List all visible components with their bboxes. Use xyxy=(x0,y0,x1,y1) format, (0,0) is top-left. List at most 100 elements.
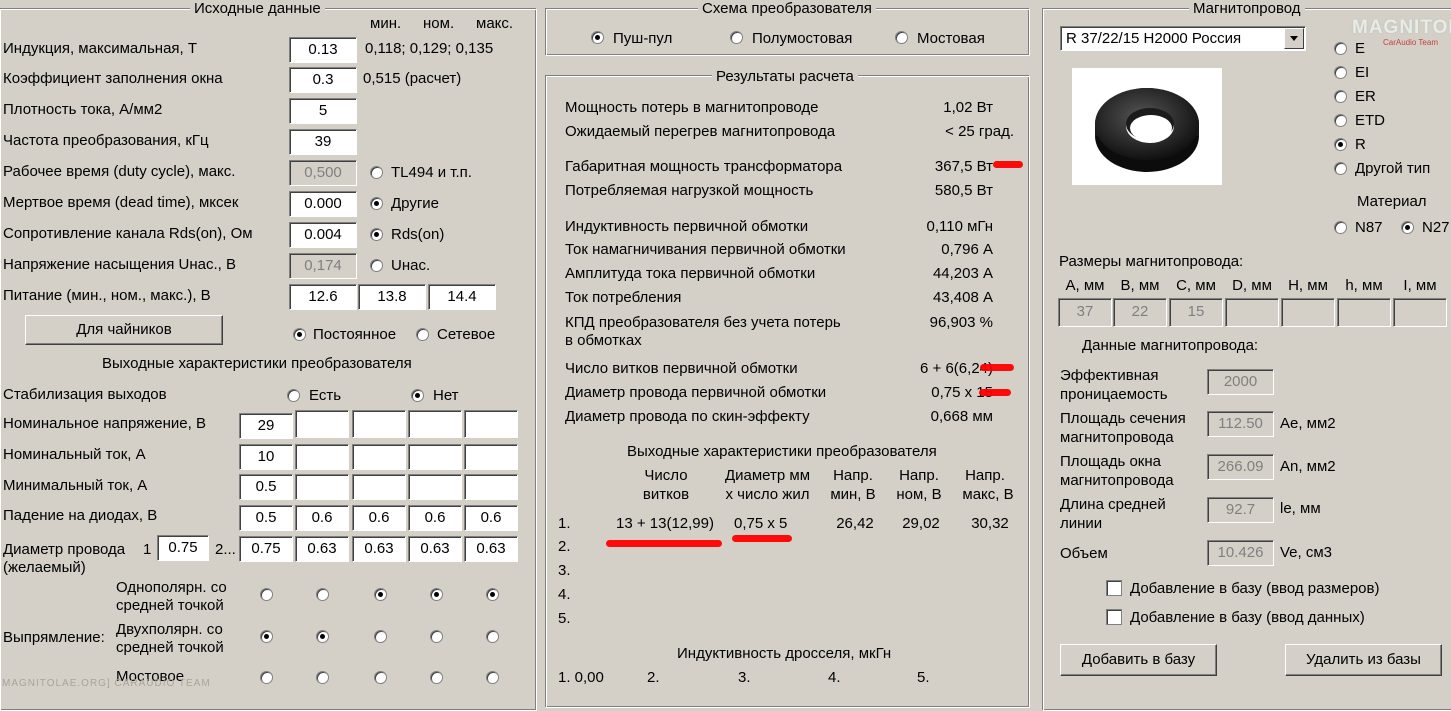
output-cell-current[interactable]: 10 xyxy=(239,444,293,470)
perm-label-2: проницаемость xyxy=(1060,386,1168,403)
rect-uni-radio[interactable] xyxy=(316,588,329,601)
rect-bridge-radio[interactable] xyxy=(430,671,443,684)
dim-header: h, мм xyxy=(1345,277,1383,294)
output-cell-current[interactable] xyxy=(464,444,518,470)
core-type-radio[interactable] xyxy=(1334,42,1347,55)
input-group-title: Исходные данные xyxy=(190,0,325,18)
rect-bridge-radio[interactable] xyxy=(486,671,499,684)
window-input: 266.09 xyxy=(1207,454,1274,480)
supply-min-input[interactable]: 12.6 xyxy=(289,284,357,310)
output-cell-wire[interactable]: 0.75 xyxy=(239,536,293,562)
output-cell-diode[interactable]: 0.5 xyxy=(239,505,293,531)
bridge-radio[interactable] xyxy=(895,31,908,44)
result-value: < 25 град. xyxy=(945,123,1014,140)
results-title: Результаты расчета xyxy=(712,68,858,86)
rect-bridge-radio[interactable] xyxy=(374,671,387,684)
induction-range: 0,118; 0,129; 0,135 xyxy=(365,40,494,57)
output-cell-diode[interactable]: 0.6 xyxy=(408,505,462,531)
rect-bridge-radio[interactable] xyxy=(260,671,273,684)
output-cell-min-current[interactable] xyxy=(408,474,462,500)
chevron-down-icon[interactable] xyxy=(1284,28,1304,49)
rect-bi-radio[interactable] xyxy=(316,630,329,643)
const-radio[interactable] xyxy=(293,328,306,341)
rect-bi-radio[interactable] xyxy=(260,630,273,643)
rect-bi-radio[interactable] xyxy=(486,630,499,643)
dim-input xyxy=(1393,298,1447,327)
core-type-label: ETD xyxy=(1355,112,1385,129)
dim-header: A, мм xyxy=(1065,277,1105,294)
induction-input[interactable]: 0.13 xyxy=(289,37,357,63)
half-bridge-radio[interactable] xyxy=(730,31,743,44)
output-cell-min-current[interactable] xyxy=(352,474,406,500)
output-cell-current[interactable] xyxy=(295,444,349,470)
core-type-radio[interactable] xyxy=(1334,90,1347,103)
output-cell-voltage[interactable] xyxy=(352,410,406,438)
rect-bi-radio[interactable] xyxy=(374,630,387,643)
output-cell-wire[interactable]: 0.63 xyxy=(352,536,406,562)
output-cell-current[interactable] xyxy=(408,444,462,470)
rect-uni-radio[interactable] xyxy=(430,588,443,601)
wire-one-label: 1 xyxy=(143,541,152,558)
hdr-turns-1: Число xyxy=(644,467,688,484)
stab-no-radio[interactable] xyxy=(411,389,424,402)
delete-from-db-button[interactable]: Удалить из базы xyxy=(1285,644,1442,676)
logo-subtext: CarAudio Team xyxy=(1383,38,1438,47)
output-cell-wire[interactable]: 0.63 xyxy=(295,536,349,562)
rect-bridge-radio[interactable] xyxy=(316,671,329,684)
fill-input[interactable]: 0.3 xyxy=(289,67,357,93)
rect-bi-radio[interactable] xyxy=(430,630,443,643)
output-cell-min-current[interactable] xyxy=(464,474,518,500)
stab-yes-radio[interactable] xyxy=(287,389,300,402)
rect-uni-radio[interactable] xyxy=(260,588,273,601)
frequency-input[interactable]: 39 xyxy=(289,129,357,155)
rect-uni-radio[interactable] xyxy=(486,588,499,601)
core-type-radio[interactable] xyxy=(1334,138,1347,151)
output-cell-voltage[interactable] xyxy=(408,410,462,438)
output-cell-voltage[interactable] xyxy=(464,410,518,438)
output-cell-diode[interactable]: 0.6 xyxy=(464,505,518,531)
vol-input: 10.426 xyxy=(1207,540,1274,566)
rds-input[interactable]: 0.004 xyxy=(289,222,357,248)
output-cell-wire[interactable]: 0.63 xyxy=(464,536,518,562)
area-label-1: Площадь сечения xyxy=(1060,410,1186,427)
output-cell-min-current[interactable] xyxy=(295,474,349,500)
dead-input[interactable]: 0.000 xyxy=(289,191,357,217)
add-dims-label: Добавление в базу (ввод размеров) xyxy=(1130,580,1380,597)
core-image xyxy=(1072,68,1222,185)
window-label-2: магнитопровода xyxy=(1060,472,1174,489)
output-cell-diode[interactable]: 0.6 xyxy=(352,505,406,531)
mat-n87-radio[interactable] xyxy=(1334,221,1347,234)
push-pull-radio[interactable] xyxy=(591,31,604,44)
col-max-header: макс. xyxy=(476,15,514,32)
result-label: Амплитуда тока первичной обмотки xyxy=(565,265,816,282)
dummies-button[interactable]: Для чайников xyxy=(25,315,223,345)
core-select[interactable]: R 37/22/15 H2000 Россия xyxy=(1060,26,1306,51)
output-cell-voltage[interactable] xyxy=(295,410,349,438)
usat-radio[interactable] xyxy=(370,259,383,272)
scheme-title: Схема преобразователя xyxy=(698,0,876,18)
rectifier-label: Выпрямление: xyxy=(3,629,105,646)
rds-radio[interactable] xyxy=(370,228,383,241)
supply-nom-input[interactable]: 13.8 xyxy=(358,284,426,310)
mat-n27-radio[interactable] xyxy=(1401,221,1414,234)
output-cell-min-current[interactable]: 0.5 xyxy=(239,474,293,500)
tl494-radio[interactable] xyxy=(370,166,383,179)
other-radio[interactable] xyxy=(370,197,383,210)
current-density-input[interactable]: 5 xyxy=(289,98,357,124)
core-select-value: R 37/22/15 H2000 Россия xyxy=(1066,30,1242,47)
result-value: 0,75 x 15 xyxy=(931,384,993,401)
network-radio[interactable] xyxy=(416,328,429,341)
core-type-radio[interactable] xyxy=(1334,66,1347,79)
output-cell-voltage[interactable]: 29 xyxy=(239,413,293,439)
supply-max-input[interactable]: 14.4 xyxy=(428,284,496,310)
add-to-db-button[interactable]: Добавить в базу xyxy=(1060,644,1217,676)
output-cell-current[interactable] xyxy=(352,444,406,470)
core-type-radio[interactable] xyxy=(1334,162,1347,175)
rect-uni-radio[interactable] xyxy=(374,588,387,601)
add-dims-checkbox[interactable] xyxy=(1106,580,1122,596)
output-cell-diode[interactable]: 0.6 xyxy=(295,505,349,531)
output-cell-wire[interactable]: 0.63 xyxy=(408,536,462,562)
wire-primary-input[interactable]: 0.75 xyxy=(157,535,209,561)
add-data-checkbox[interactable] xyxy=(1106,609,1122,625)
core-type-radio[interactable] xyxy=(1334,114,1347,127)
